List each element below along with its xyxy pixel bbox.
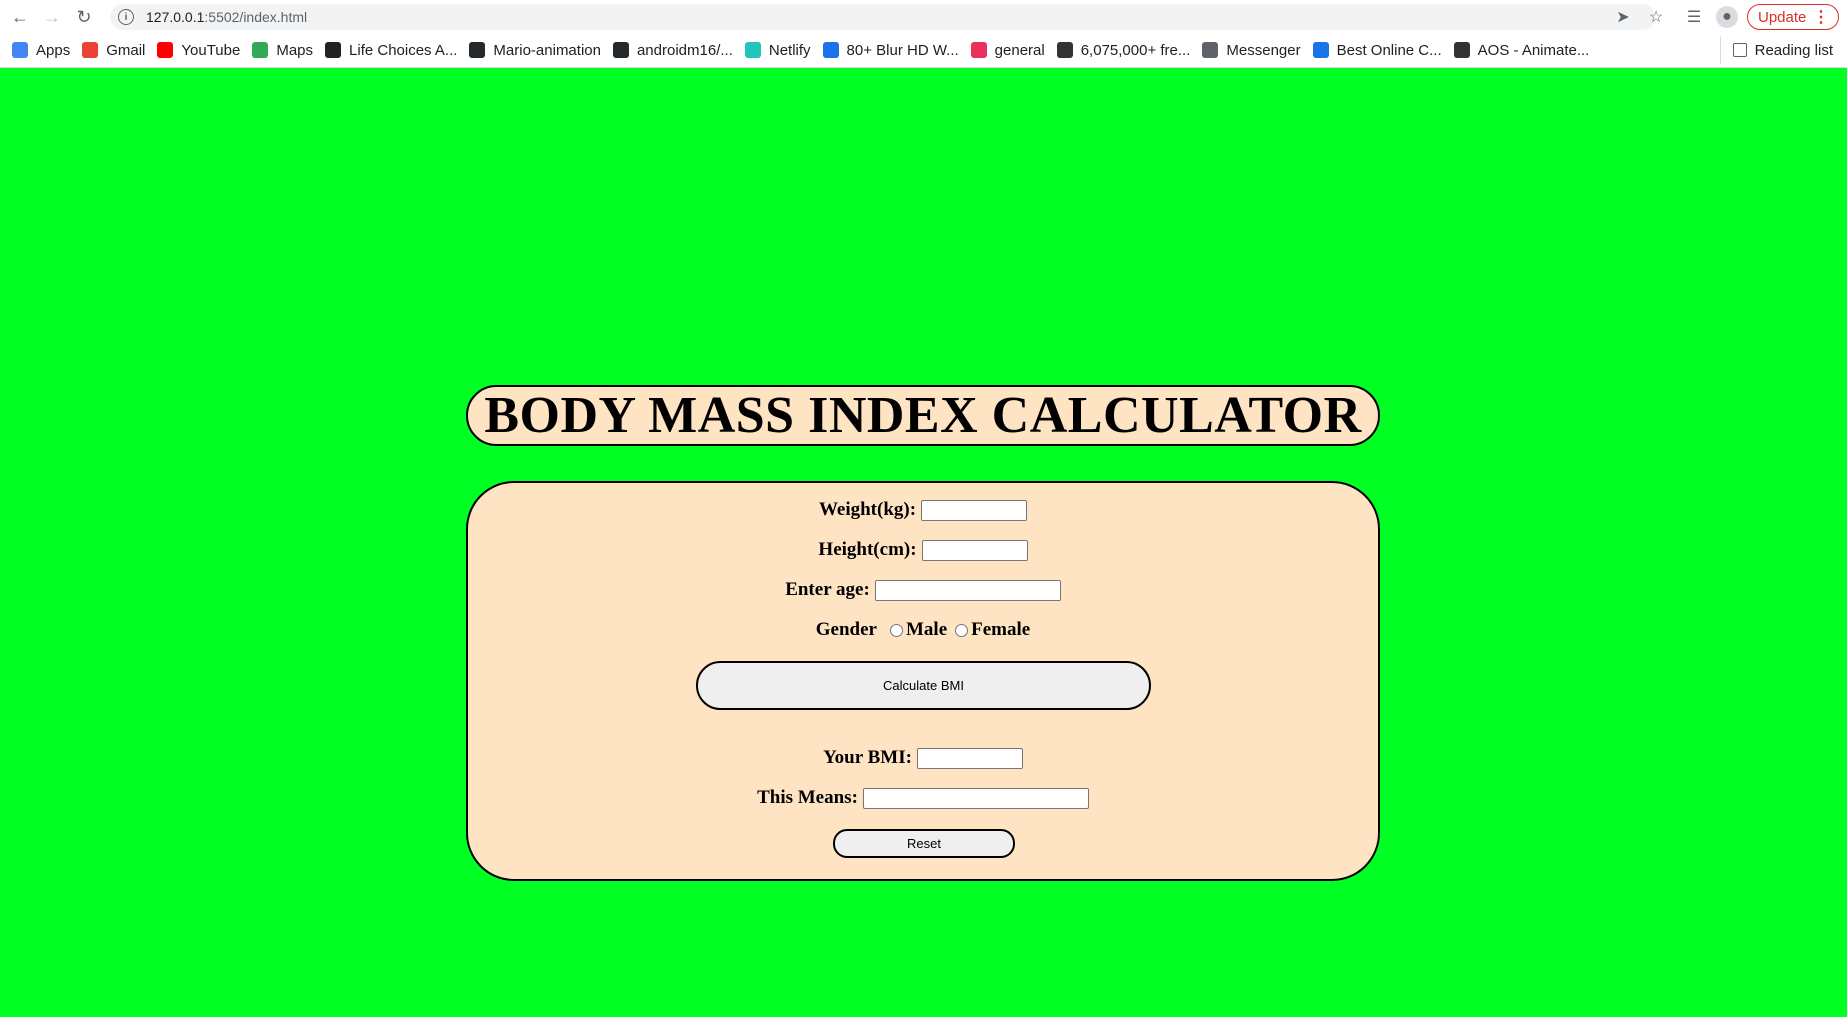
bookmark-item[interactable]: Messenger [1202, 41, 1301, 59]
bookmark-label: YouTube [181, 41, 241, 59]
means-row: This Means: [468, 787, 1378, 809]
bookmark-label: general [994, 41, 1045, 59]
document-icon [1312, 42, 1329, 58]
weight-row: Weight(kg): [468, 499, 1378, 521]
bookmarks-bar: Apps Gmail YouTube Maps Life Choices A... Mar… [0, 36, 1847, 64]
bookmark-label: Maps [276, 41, 314, 59]
bookmark-label: Gmail [106, 41, 146, 59]
youtube-icon [157, 42, 174, 58]
bookmark-label: Netlify [768, 41, 811, 59]
bookmark-item[interactable]: Netlify [744, 41, 811, 59]
bookmark-label: AOS - Animate... [1477, 41, 1590, 59]
bookmark-item[interactable]: Gmail [82, 42, 145, 59]
bookmark-item[interactable]: Mario-animation [469, 42, 601, 59]
age-input[interactable] [874, 579, 1061, 601]
page-title: BODY MASS INDEX CALCULATOR [484, 387, 1362, 444]
means-output[interactable] [862, 787, 1089, 809]
title-banner: BODY MASS INDEX CALCULATOR [466, 385, 1380, 446]
browser-toolbar: ← → ↻ i 127.0.0.1:5502/index.html ➤ ☆ ☰ … [0, 0, 1847, 34]
aos-icon [1453, 42, 1470, 58]
reading-list-label: Reading list [1754, 41, 1833, 59]
profile-avatar-icon[interactable]: ● [1716, 6, 1738, 28]
url-path: :5502/index.html [204, 9, 308, 25]
life-choices-icon [325, 42, 342, 58]
bookmark-item[interactable]: Apps [12, 42, 70, 59]
bookmark-label: Mario-animation [493, 41, 601, 59]
freepik-icon [1056, 42, 1073, 58]
messenger-icon [1202, 42, 1219, 58]
bookmark-item[interactable]: androidm16/... [612, 41, 733, 59]
bmi-form: Weight(kg): Height(cm): Enter age: Gende… [466, 481, 1380, 881]
height-input[interactable] [921, 539, 1028, 561]
reload-icon[interactable]: ↻ [72, 5, 96, 29]
bookmark-item[interactable]: Best Online C... [1312, 41, 1442, 59]
url-host: 127.0.0.1 [146, 9, 205, 25]
bookmark-item[interactable]: YouTube [157, 42, 240, 59]
height-row: Height(cm): [468, 539, 1378, 561]
media-control-icon[interactable]: ☰ [1683, 6, 1705, 28]
update-button[interactable]: Update ⋮ [1747, 4, 1839, 30]
bookmark-item[interactable]: general [970, 41, 1045, 59]
gender-row: Gender Male Female [468, 619, 1378, 641]
reading-list-icon [1732, 43, 1747, 57]
reset-button[interactable]: Reset [833, 829, 1015, 858]
weight-label: Weight(kg): [818, 499, 917, 520]
netlify-icon [744, 42, 761, 58]
bookmark-item[interactable]: 80+ Blur HD W... [822, 41, 959, 59]
female-radio[interactable] [955, 623, 969, 637]
bookmark-item[interactable]: 6,075,000+ fre... [1056, 41, 1191, 59]
maps-icon [252, 42, 269, 58]
github-icon [469, 42, 486, 58]
height-label: Height(cm): [818, 539, 917, 560]
url-text: 127.0.0.1:5502/index.html [146, 9, 307, 25]
female-label: Female [971, 619, 1031, 640]
means-label: This Means: [757, 787, 858, 808]
bmi-label: Your BMI: [823, 747, 912, 768]
bmi-output[interactable] [916, 747, 1023, 769]
bookmark-item[interactable]: Life Choices A... [325, 42, 457, 59]
bookmark-label: Best Online C... [1336, 41, 1442, 59]
apps-grid-icon [12, 42, 28, 58]
age-label: Enter age: [785, 579, 870, 600]
gender-label: Gender [815, 619, 877, 640]
bookmark-label: 80+ Blur HD W... [846, 41, 959, 59]
discord-icon [970, 42, 987, 58]
reading-list-button[interactable]: Reading list [1719, 36, 1833, 64]
forward-icon[interactable]: → [40, 5, 64, 29]
gmail-icon [82, 42, 99, 58]
calculate-bmi-button[interactable]: Calculate BMI [696, 661, 1151, 710]
age-row: Enter age: [468, 579, 1378, 601]
bookmark-label: androidm16/... [636, 41, 733, 59]
bookmark-label: Apps [36, 41, 71, 59]
bookmark-label: 6,075,000+ fre... [1080, 41, 1191, 59]
back-icon[interactable]: ← [8, 5, 32, 29]
send-icon[interactable]: ➤ [1612, 6, 1634, 28]
address-bar[interactable]: i 127.0.0.1:5502/index.html [110, 4, 1655, 30]
github-icon [612, 42, 629, 58]
male-label: Male [905, 619, 948, 640]
bookmark-item[interactable]: Maps [252, 42, 313, 59]
weight-input[interactable] [921, 499, 1028, 521]
site-info-icon[interactable]: i [118, 9, 134, 25]
wallpaper-icon [822, 42, 839, 58]
bookmark-star-icon[interactable]: ☆ [1645, 6, 1667, 28]
bmi-result-row: Your BMI: [468, 747, 1378, 769]
bookmark-label: Messenger [1226, 41, 1301, 59]
menu-kebab-icon[interactable]: ⋮ [1813, 7, 1829, 27]
bookmark-label: Life Choices A... [349, 41, 458, 59]
male-radio[interactable] [889, 623, 903, 637]
browser-chrome: ← → ↻ i 127.0.0.1:5502/index.html ➤ ☆ ☰ … [0, 0, 1847, 68]
update-label: Update [1758, 8, 1807, 26]
bookmark-item[interactable]: AOS - Animate... [1453, 41, 1590, 59]
